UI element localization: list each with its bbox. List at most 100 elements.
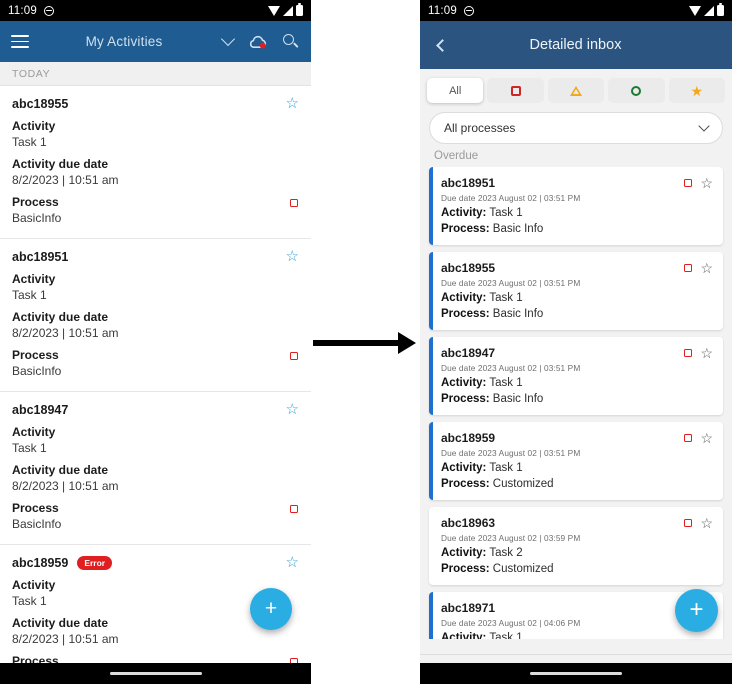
activity-label: Activity xyxy=(12,578,56,592)
card-due-date: Due date 2023 August 02 | 04:06 PM xyxy=(441,618,581,628)
activity-id: abc18955 xyxy=(12,97,69,111)
android-nav-bar-right xyxy=(420,663,732,684)
activity-label: Activity xyxy=(12,425,56,439)
phone-right-detailed-inbox: 11:09 Detailed inbox All ★ All processes… xyxy=(420,0,732,684)
card-icons: ☆ xyxy=(684,176,713,190)
home-gesture-pill[interactable] xyxy=(530,671,622,676)
activity-id: abc18959 xyxy=(12,556,69,570)
status-badge-overdue-icon xyxy=(290,199,298,207)
row-header: abc18959 Error xyxy=(12,556,299,570)
card-due-date: Due date 2023 August 02 | 03:51 PM xyxy=(441,363,581,373)
card-process-line: Process: Basic Info xyxy=(441,223,711,235)
search-icon[interactable] xyxy=(283,34,298,49)
list-item[interactable]: ☆ abc18951 Due date 2023 August 02 | 03:… xyxy=(429,167,723,245)
add-activity-fab-right[interactable]: + xyxy=(675,589,718,632)
card-activity-line: Activity: Task 2 xyxy=(441,547,711,559)
list-item[interactable]: ☆ abc18955 Due date 2023 August 02 | 03:… xyxy=(429,252,723,330)
filter-tab-all[interactable]: All xyxy=(427,78,484,103)
card-id: abc18947 xyxy=(441,346,496,360)
table-row[interactable]: abc18951 ☆ Activity Task 1 Activity due … xyxy=(0,239,311,392)
red-square-icon xyxy=(510,85,521,96)
card-icons: ☆ xyxy=(684,431,713,445)
red-square-icon xyxy=(684,519,693,527)
due-date-label: Activity due date xyxy=(12,157,109,171)
favorite-star-icon[interactable]: ☆ xyxy=(286,96,299,111)
page-title-right: Detailed inbox xyxy=(529,37,622,53)
card-process-value: Basic Info xyxy=(492,393,544,405)
favorite-star-icon[interactable]: ☆ xyxy=(700,346,713,360)
card-process-line: Process: Customized xyxy=(441,563,711,575)
signal-icon xyxy=(704,5,714,16)
filter-tab-overdue[interactable] xyxy=(487,78,544,103)
clock-icon xyxy=(463,5,474,16)
status-badge-overdue-icon xyxy=(290,352,298,360)
due-date-value: 8/2/2023 | 10:51 am xyxy=(12,173,119,187)
card-id: abc18963 xyxy=(441,516,496,530)
hamburger-menu-icon[interactable] xyxy=(11,35,29,48)
row-header: abc18947 xyxy=(12,403,299,417)
chevron-down-icon xyxy=(698,120,710,132)
due-date-value: 8/2/2023 | 10:51 am xyxy=(12,326,119,340)
card-icons: ☆ xyxy=(684,516,713,530)
process-filter-select[interactable]: All processes xyxy=(429,112,723,144)
activity-id: abc18951 xyxy=(12,250,69,264)
card-icons: ☆ xyxy=(684,261,713,275)
filter-tab-favorites[interactable]: ★ xyxy=(668,78,726,103)
phone-left-my-activities: 11:09 My Activities TODAY abc18955 ☆ Act… xyxy=(0,0,311,684)
transition-arrow xyxy=(313,330,419,356)
due-date-value: 8/2/2023 | 10:51 am xyxy=(12,479,119,493)
card-activity-label: Activity: xyxy=(441,462,487,474)
home-gesture-pill[interactable] xyxy=(109,671,202,676)
favorite-star-icon[interactable]: ☆ xyxy=(700,431,713,445)
favorite-star-icon[interactable]: ☆ xyxy=(286,402,299,417)
card-process-label: Process: xyxy=(441,223,490,235)
favorite-star-icon[interactable]: ☆ xyxy=(700,261,713,275)
card-process-value: Basic Info xyxy=(492,308,544,320)
card-activity-line: Activity: Task 1 xyxy=(441,377,711,389)
list-item[interactable]: ☆ abc18947 Due date 2023 August 02 | 03:… xyxy=(429,337,723,415)
favorite-star-icon[interactable]: ☆ xyxy=(700,176,713,190)
card-activity-label: Activity: xyxy=(441,377,487,389)
page-title-left: My Activities xyxy=(85,34,163,49)
card-activity-value: Task 1 xyxy=(489,462,523,474)
table-row[interactable]: abc18947 ☆ Activity Task 1 Activity due … xyxy=(0,392,311,545)
filter-tab-ontrack[interactable] xyxy=(608,78,665,103)
favorite-star-icon[interactable]: ☆ xyxy=(286,249,299,264)
filter-tab-warning[interactable] xyxy=(547,78,605,103)
group-header-overdue: Overdue xyxy=(434,150,479,162)
process-value: BasicInfo xyxy=(12,211,62,225)
table-row[interactable]: abc18955 ☆ Activity Task 1 Activity due … xyxy=(0,86,311,239)
favorite-star-icon[interactable]: ☆ xyxy=(700,516,713,530)
status-time: 11:09 xyxy=(428,4,457,17)
favorite-star-icon[interactable]: ☆ xyxy=(286,555,299,570)
activity-list-left[interactable]: TODAY abc18955 ☆ Activity Task 1 Activit… xyxy=(0,62,311,663)
wifi-icon xyxy=(689,5,701,16)
activity-label: Activity xyxy=(12,119,56,133)
card-process-value: Customized xyxy=(492,478,554,490)
status-time: 11:09 xyxy=(8,4,37,17)
activity-value: Task 1 xyxy=(12,135,47,149)
red-square-icon xyxy=(684,434,693,442)
card-process-value: Customized xyxy=(492,563,554,575)
process-label: Process xyxy=(12,654,59,663)
status-icons xyxy=(268,2,303,16)
card-process-label: Process: xyxy=(441,308,490,320)
card-activity-label: Activity: xyxy=(441,292,487,304)
cloud-sync-icon[interactable] xyxy=(248,35,268,49)
list-item[interactable]: ☆ abc18963 Due date 2023 August 02 | 03:… xyxy=(429,507,723,585)
list-item[interactable]: ☆ abc18959 Due date 2023 August 02 | 03:… xyxy=(429,422,723,500)
process-value: BasicInfo xyxy=(12,517,62,531)
add-activity-fab-left[interactable]: + xyxy=(250,588,292,630)
card-id: abc18971 xyxy=(441,601,496,615)
activity-label: Activity xyxy=(12,272,56,286)
clock-icon xyxy=(43,5,54,16)
comparison-screenshot: 11:09 My Activities TODAY abc18955 ☆ Act… xyxy=(0,0,732,684)
card-process-line: Process: Customized xyxy=(441,478,711,490)
red-square-icon xyxy=(684,264,693,272)
inbox-card-list[interactable]: ☆ abc18951 Due date 2023 August 02 | 03:… xyxy=(420,167,732,639)
app-bar-actions-left xyxy=(220,31,298,49)
arrow-head-icon xyxy=(398,332,416,354)
card-activity-label: Activity: xyxy=(441,547,487,559)
chevron-down-icon[interactable] xyxy=(220,31,236,47)
due-date-label: Activity due date xyxy=(12,463,109,477)
